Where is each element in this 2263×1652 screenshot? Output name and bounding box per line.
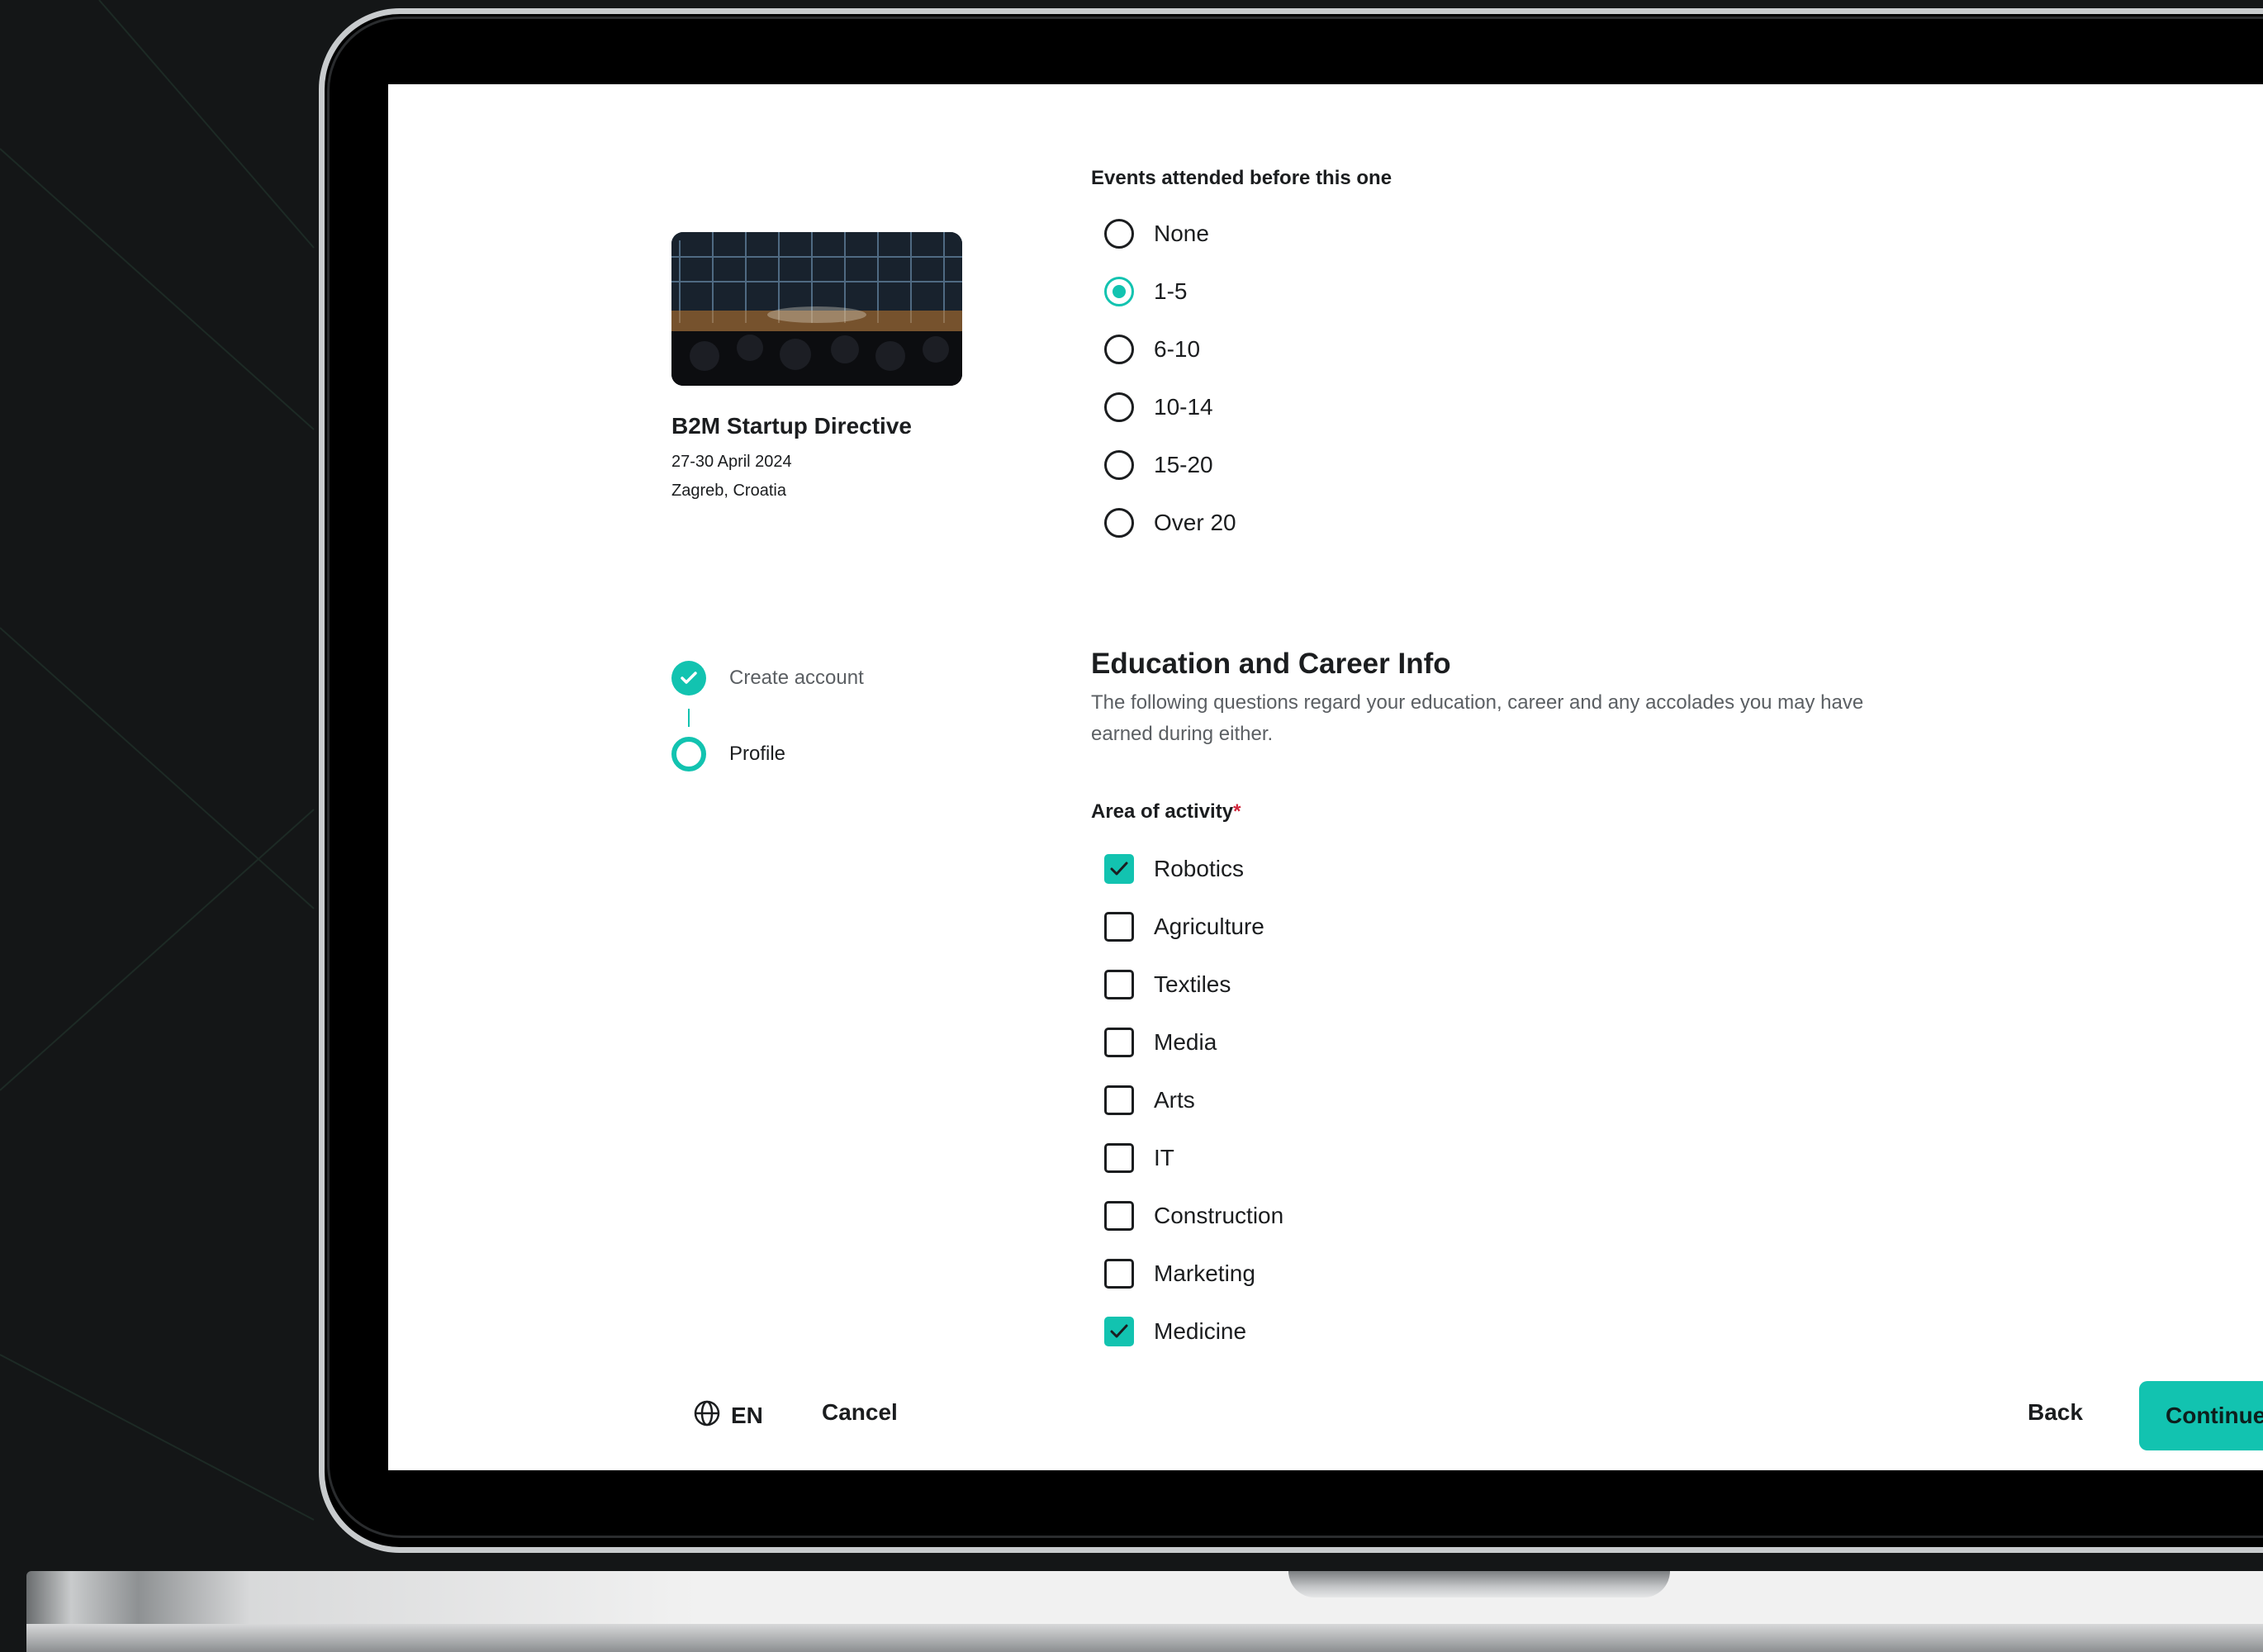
radio-option-over-20[interactable]: Over 20 <box>1104 506 1236 539</box>
laptop-screen: B2M Startup Directive 27-30 April 2024 Z… <box>388 84 2263 1470</box>
radio-option-15-20[interactable]: 15-20 <box>1104 449 1213 482</box>
radio-option-none[interactable]: None <box>1104 217 1209 250</box>
radio-button[interactable] <box>1104 219 1134 249</box>
radio-button[interactable] <box>1104 392 1134 422</box>
checkbox[interactable] <box>1104 1259 1134 1289</box>
checkbox-label: Robotics <box>1154 856 1244 881</box>
language-code: EN <box>731 1402 763 1428</box>
checkbox-label: IT <box>1154 1145 1174 1170</box>
back-button[interactable]: Back <box>2028 1399 2083 1426</box>
checkbox[interactable] <box>1104 1143 1134 1173</box>
step-current-ring-icon <box>671 737 706 771</box>
checkbox-option-agriculture[interactable]: Agriculture <box>1104 910 1264 943</box>
section-description: The following questions regard your educ… <box>1091 691 1864 745</box>
checkbox[interactable] <box>1104 1201 1134 1231</box>
continue-button-label: Continue <box>2166 1403 2263 1428</box>
checkbox-checked[interactable] <box>1104 1317 1134 1346</box>
radio-label: 15-20 <box>1154 452 1213 477</box>
checkbox-label: Medicine <box>1154 1318 1247 1344</box>
radio-label: None <box>1154 221 1209 246</box>
language-selector[interactable]: EN <box>693 1399 763 1431</box>
checkbox-option-arts[interactable]: Arts <box>1104 1084 1195 1117</box>
checkbox-label: Marketing <box>1154 1260 1255 1286</box>
laptop-hinge-notch <box>1288 1571 1670 1597</box>
checkbox-option-construction[interactable]: Construction <box>1104 1199 1283 1232</box>
checkbox-label: Arts <box>1154 1087 1195 1113</box>
step-profile[interactable]: Profile <box>671 737 785 771</box>
event-date: 27-30 April 2024 <box>671 453 792 471</box>
continue-button[interactable]: Continue <box>2139 1381 2263 1450</box>
event-image <box>671 232 962 386</box>
checkbox-label: Construction <box>1154 1203 1284 1228</box>
stepper-connector <box>688 709 690 727</box>
event-title: B2M Startup Directive <box>671 413 912 439</box>
checkbox-option-marketing[interactable]: Marketing <box>1104 1257 1255 1290</box>
radio-label: Over 20 <box>1154 510 1236 535</box>
checkbox-label: Media <box>1154 1029 1217 1055</box>
step-create-account[interactable]: Create account <box>671 661 864 695</box>
checkbox[interactable] <box>1104 912 1134 942</box>
events-attended-label: Events attended before this one <box>1091 167 1392 189</box>
area-of-activity-label: Area of activity* <box>1091 800 1241 824</box>
checkbox[interactable] <box>1104 1028 1134 1057</box>
field-label-text: Area of activity <box>1091 800 1234 823</box>
radio-button[interactable] <box>1104 335 1134 364</box>
checkbox-label: Textiles <box>1154 971 1231 997</box>
radio-label: 1-5 <box>1154 278 1188 304</box>
radio-button-selected[interactable] <box>1104 277 1134 306</box>
section-title: Education and Career Info <box>1091 648 1451 680</box>
step-label: Create account <box>729 667 864 689</box>
checkbox-option-medicine[interactable]: Medicine <box>1104 1315 1246 1348</box>
required-marker: * <box>1233 800 1241 823</box>
event-location: Zagreb, Croatia <box>671 482 786 500</box>
step-label: Profile <box>729 743 786 765</box>
checkbox-label: Agriculture <box>1154 914 1264 939</box>
checkbox-option-textiles[interactable]: Textiles <box>1104 968 1231 1001</box>
radio-option-1-5[interactable]: 1-5 <box>1104 275 1187 308</box>
checkbox[interactable] <box>1104 1085 1134 1115</box>
radio-button[interactable] <box>1104 450 1134 480</box>
radio-option-6-10[interactable]: 6-10 <box>1104 333 1200 366</box>
checkbox-checked[interactable] <box>1104 854 1134 884</box>
step-complete-check-icon <box>671 661 706 695</box>
radio-label: 6-10 <box>1154 336 1201 362</box>
checkbox-option-media[interactable]: Media <box>1104 1026 1217 1059</box>
radio-option-10-14[interactable]: 10-14 <box>1104 391 1213 424</box>
globe-icon <box>693 1399 721 1431</box>
cancel-button[interactable]: Cancel <box>822 1399 898 1426</box>
checkbox-option-robotics[interactable]: Robotics <box>1104 852 1244 885</box>
checkbox[interactable] <box>1104 970 1134 999</box>
checkbox-option-it[interactable]: IT <box>1104 1142 1174 1175</box>
conference-hall-illustration <box>671 232 962 386</box>
radio-label: 10-14 <box>1154 394 1213 420</box>
radio-button[interactable] <box>1104 508 1134 538</box>
laptop-base-edge <box>26 1624 2263 1652</box>
